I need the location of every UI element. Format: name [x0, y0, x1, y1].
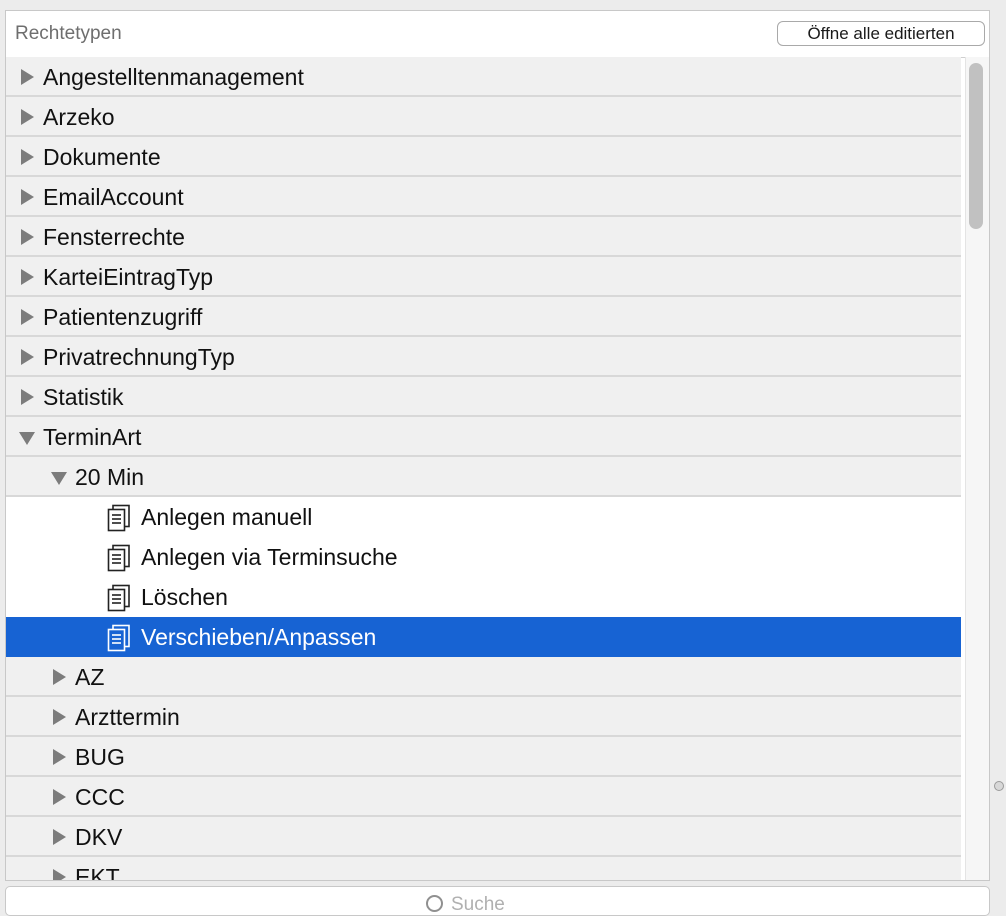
disclosure-triangle-right-icon[interactable] [21, 229, 34, 245]
disclosure-triangle-right-icon[interactable] [21, 349, 34, 365]
tree-group-row[interactable]: CCC [6, 777, 961, 817]
document-icon [107, 504, 130, 532]
split-view-handle[interactable] [994, 781, 1004, 791]
panel-header: Rechtetypen Öffne alle editierten [6, 11, 989, 58]
disclosure-triangle-right-icon[interactable] [53, 789, 66, 805]
tree-group-row[interactable]: BUG [6, 737, 961, 777]
tree-leaf-row[interactable]: Anlegen manuell [6, 497, 961, 537]
tree-item-label: EKT [75, 864, 120, 881]
tree-item-label: TerminArt [43, 424, 142, 450]
disclosure-triangle-right-icon[interactable] [53, 829, 66, 845]
tree-item-label: Anlegen via Terminsuche [141, 544, 398, 570]
tree-group-row[interactable]: Dokumente [6, 137, 961, 177]
rights-tree: Angestelltenmanagement Arzeko Dokumente Ema… [6, 57, 961, 881]
tree-item-label: Statistik [43, 384, 124, 410]
open-all-edited-button[interactable]: Öffne alle editierten [777, 21, 985, 46]
tree-group-row[interactable]: Statistik [6, 377, 961, 417]
tree-item-label: EmailAccount [43, 184, 184, 210]
tree-item-label: KarteiEintragTyp [43, 264, 214, 290]
tree-group-row[interactable]: EmailAccount [6, 177, 961, 217]
document-icon [107, 624, 130, 652]
tree-group-row[interactable]: KarteiEintragTyp [6, 257, 961, 297]
disclosure-triangle-down-icon[interactable] [19, 432, 35, 445]
search-icon [426, 895, 443, 912]
disclosure-triangle-right-icon[interactable] [21, 149, 34, 165]
tree-item-label: Dokumente [43, 144, 161, 170]
document-icon [107, 544, 130, 572]
tree-item-label: Anlegen manuell [141, 504, 313, 530]
rights-types-panel: Rechtetypen Öffne alle editierten Angest… [5, 10, 990, 881]
search-placeholder-wrap: Suche [426, 894, 505, 916]
disclosure-triangle-right-icon[interactable] [53, 869, 66, 880]
tree-item-label: BUG [75, 744, 125, 770]
disclosure-triangle-right-icon[interactable] [21, 389, 34, 405]
panel-title: Rechtetypen [15, 23, 122, 44]
tree-group-row[interactable]: Fensterrechte [6, 217, 961, 257]
tree-item-label: Verschieben/Anpassen [141, 624, 377, 650]
tree-group-row[interactable]: Angestelltenmanagement [6, 57, 961, 97]
disclosure-triangle-right-icon[interactable] [21, 109, 34, 125]
tree-group-row[interactable]: DKV [6, 817, 961, 857]
vertical-scrollbar-thumb[interactable] [969, 63, 983, 229]
tree-item-label: PrivatrechnungTyp [43, 344, 235, 370]
tree-group-row[interactable]: TerminArt [6, 417, 961, 457]
tree-item-label: AZ [75, 664, 105, 690]
disclosure-triangle-right-icon[interactable] [21, 269, 34, 285]
tree-item-label: Arzttermin [75, 704, 180, 730]
disclosure-triangle-right-icon[interactable] [21, 69, 34, 85]
document-icon [107, 584, 130, 612]
tree-leaf-row[interactable]: Löschen [6, 577, 961, 617]
tree-leaf-row[interactable]: Anlegen via Terminsuche [6, 537, 961, 577]
tree-item-label: Fensterrechte [43, 224, 185, 250]
tree-group-row[interactable]: PrivatrechnungTyp [6, 337, 961, 377]
tree-item-label: Löschen [141, 584, 228, 610]
tree-group-row[interactable]: Patientenzugriff [6, 297, 961, 337]
disclosure-triangle-right-icon[interactable] [21, 309, 34, 325]
tree-item-label: Angestelltenmanagement [43, 64, 304, 90]
disclosure-triangle-right-icon[interactable] [53, 709, 66, 725]
tree-group-row[interactable]: EKT [6, 857, 961, 881]
tree-leaf-row[interactable]: Verschieben/Anpassen [6, 617, 961, 657]
tree-item-label: Arzeko [43, 104, 115, 130]
tree-item-label: CCC [75, 784, 125, 810]
tree-item-label: Patientenzugriff [43, 304, 203, 330]
disclosure-triangle-right-icon[interactable] [53, 749, 66, 765]
disclosure-triangle-down-icon[interactable] [51, 472, 67, 485]
tree-group-row[interactable]: Arzttermin [6, 697, 961, 737]
tree-group-row[interactable]: Arzeko [6, 97, 961, 137]
disclosure-triangle-right-icon[interactable] [21, 189, 34, 205]
tree-item-label: 20 Min [75, 464, 145, 490]
search-placeholder: Suche [451, 894, 505, 915]
tree-item-label: DKV [75, 824, 123, 850]
disclosure-triangle-right-icon[interactable] [53, 669, 66, 685]
search-field[interactable]: Suche [5, 886, 990, 916]
tree-group-row[interactable]: 20 Min [6, 457, 961, 497]
tree-group-row[interactable]: AZ [6, 657, 961, 697]
